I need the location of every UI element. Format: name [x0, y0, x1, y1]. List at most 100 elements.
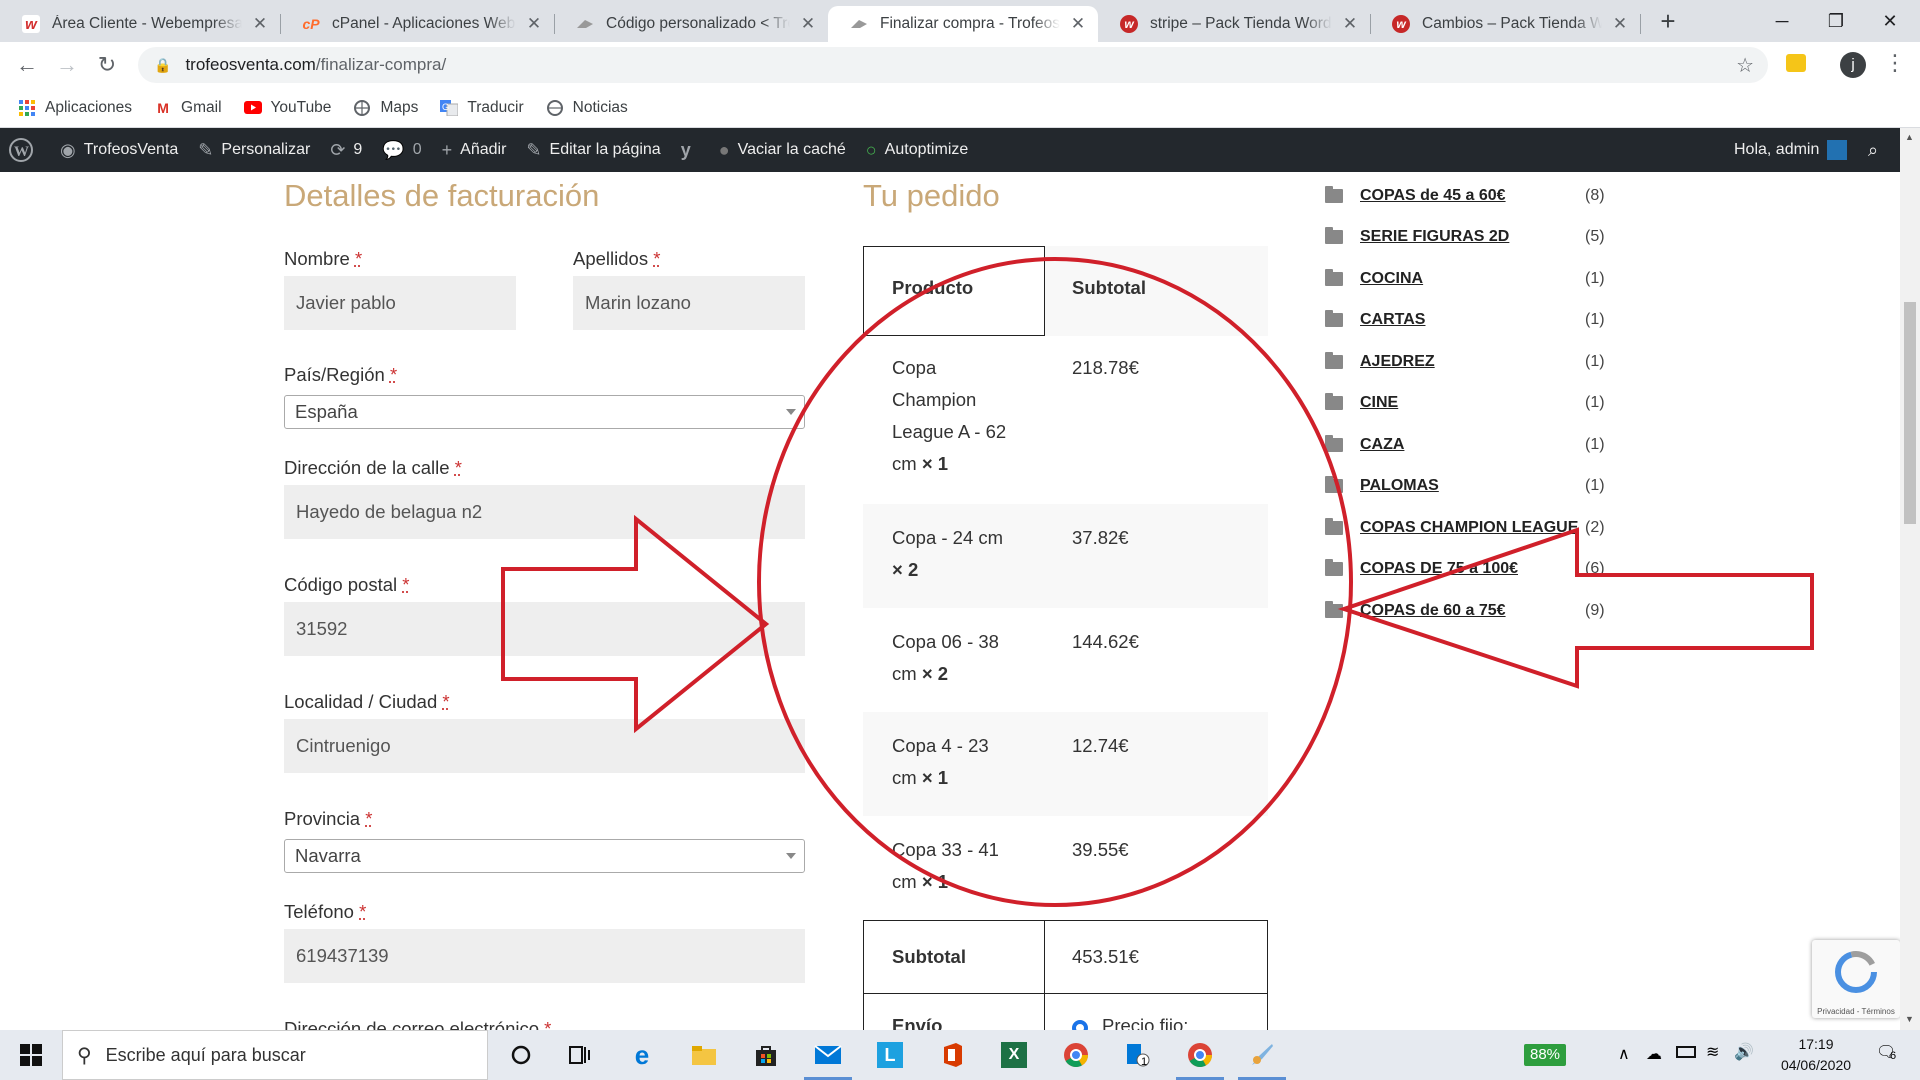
close-icon[interactable]: ✕ [1068, 14, 1088, 34]
tab-title: cPanel - Aplicaciones Webem [332, 15, 516, 32]
devices-icon[interactable]: 1 [1123, 1040, 1153, 1070]
browser-tabstrip: w Área Cliente - Webempresa E ✕ cP cPane… [0, 0, 1920, 42]
notifications-icon[interactable]: 🗨 6 [1876, 1042, 1902, 1066]
cloud-icon[interactable]: ☁ [1646, 1044, 1662, 1064]
clock-date: 04/06/2020 [1780, 1057, 1852, 1073]
task-view-icon[interactable] [565, 1040, 595, 1070]
search-icon: ⚲ [77, 1044, 92, 1067]
adminbar-autoptimize[interactable]: ○ Autoptimize [866, 140, 968, 161]
app-letter-icon: L [877, 1042, 903, 1068]
app-letter-icon: X [1001, 1042, 1027, 1068]
word-lens-icon[interactable]: L [875, 1040, 905, 1070]
bookmark-maps[interactable]: Maps [353, 99, 418, 117]
page-scrollbar[interactable]: ▲ ▼ [1900, 128, 1920, 1030]
minimize-button[interactable]: ─ [1752, 0, 1812, 42]
new-tab-button[interactable]: + [1650, 6, 1686, 36]
close-icon[interactable]: ✕ [798, 14, 818, 34]
news-icon [546, 99, 564, 117]
excel-icon[interactable]: X [999, 1040, 1029, 1070]
tab-codigo-personalizado[interactable]: Código personalizado < Trof ✕ [554, 6, 828, 42]
extension-icon[interactable] [1786, 54, 1806, 72]
profile-avatar[interactable]: j [1840, 52, 1866, 78]
close-icon[interactable]: ✕ [1610, 14, 1630, 34]
adminbar-updates[interactable]: ⟳ 9 [330, 140, 362, 161]
wordpress-icon[interactable]: W [8, 137, 34, 163]
bookmark-noticias[interactable]: Noticias [546, 99, 628, 117]
chevron-up-icon[interactable]: ∧ [1618, 1044, 1630, 1064]
bookmarks-bar: Aplicaciones M Gmail YouTube Maps G Trad… [0, 88, 1920, 128]
battery-icon[interactable] [1676, 1046, 1696, 1058]
adminbar-customize-label: Personalizar [221, 141, 311, 158]
store-icon[interactable] [751, 1040, 781, 1070]
maps-icon [353, 99, 371, 117]
close-icon[interactable]: ✕ [250, 14, 270, 34]
plus-icon: + [441, 139, 453, 160]
notification-count: 6 [1890, 1050, 1897, 1062]
reload-icon[interactable]: ↻ [92, 50, 122, 80]
bookmark-label: YouTube [270, 98, 332, 116]
back-icon[interactable]: ← [12, 50, 42, 80]
windows-start-icon[interactable] [16, 1040, 46, 1070]
tab-cambios[interactable]: w Cambios – Pack Tienda Word ✕ [1370, 6, 1640, 42]
adminbar-edit-label: Editar la página [549, 141, 661, 158]
annotation-arrow-right [501, 514, 770, 734]
bookmark-label: Gmail [181, 98, 222, 116]
adminbar-add[interactable]: + Añadir [442, 140, 507, 161]
paint-icon[interactable] [1247, 1040, 1277, 1070]
bookmark-traducir[interactable]: G Traducir [440, 99, 524, 117]
system-clock[interactable]: 17:19 04/06/2020 [1776, 1034, 1856, 1076]
menu-icon[interactable]: ⋮ [1884, 50, 1906, 76]
updates-icon: ⟳ [330, 139, 346, 160]
maximize-button[interactable]: ❐ [1806, 0, 1866, 42]
lock-icon: 🔒 [154, 56, 172, 73]
windows-taskbar: ⚲ Escribe aquí para buscar e L X 1 88% ∧… [0, 1030, 1920, 1080]
tab-cpanel[interactable]: cP cPanel - Aplicaciones Webem ✕ [280, 6, 554, 42]
bookmark-label: Maps [380, 98, 419, 116]
wifi-icon[interactable]: ≋ [1706, 1042, 1719, 1062]
adminbar-customize[interactable]: ✎ Personalizar [198, 140, 310, 161]
star-icon[interactable]: ☆ [1736, 53, 1754, 78]
file-explorer-icon[interactable] [689, 1040, 719, 1070]
annotation-overlay [501, 257, 1814, 907]
search-icon[interactable]: ⌕ [1868, 140, 1878, 161]
adminbar-autoptimize-label: Autoptimize [884, 141, 969, 158]
close-icon[interactable]: ✕ [1340, 14, 1360, 34]
bookmark-gmail[interactable]: M Gmail [154, 99, 221, 117]
forward-icon[interactable]: → [52, 50, 82, 80]
scrollbar-thumb[interactable] [1904, 302, 1916, 524]
adminbar-account[interactable]: Hola, admin [1734, 140, 1848, 160]
yoast-icon[interactable]: y [681, 140, 699, 161]
chrome-icon[interactable] [1185, 1040, 1215, 1070]
mail-icon[interactable] [813, 1040, 843, 1070]
adminbar-cache[interactable]: ● Vaciar la caché [719, 140, 846, 161]
close-window-button[interactable]: ✕ [1860, 0, 1920, 42]
close-icon[interactable]: ✕ [524, 14, 544, 34]
adminbar-edit-page[interactable]: ✎ Editar la página [526, 140, 660, 161]
tab-stripe[interactable]: w stripe – Pack Tienda WordPre ✕ [1098, 6, 1370, 42]
battery-indicator[interactable]: 88% [1524, 1044, 1567, 1066]
tab-area-cliente[interactable]: w Área Cliente - Webempresa E ✕ [0, 6, 280, 42]
scroll-up-icon[interactable]: ▲ [1905, 132, 1914, 142]
adminbar-comments[interactable]: 💬 0 [382, 140, 421, 161]
adminbar-site-label: TrofeosVenta [83, 141, 179, 158]
edge-icon[interactable]: e [627, 1040, 657, 1070]
tab-title: Cambios – Pack Tienda Word [1422, 15, 1602, 32]
wp-admin-bar: W ◉ TrofeosVenta ✎ Personalizar ⟳ 9 💬 0 + Aña… [0, 128, 1900, 172]
annotation-circle [757, 257, 1353, 907]
office-icon[interactable] [937, 1040, 967, 1070]
address-bar[interactable]: 🔒 trofeosventa.com/finalizar-compra/ ☆ [138, 47, 1768, 83]
comments-count: 0 [412, 141, 422, 158]
svg-text:G: G [442, 102, 449, 112]
tab-finalizar-compra[interactable]: Finalizar compra - TrofeosVe ✕ [828, 6, 1098, 42]
cortana-icon[interactable] [506, 1040, 536, 1070]
adminbar-site[interactable]: ◉ TrofeosVenta [60, 140, 178, 161]
status-circle-icon: ○ [865, 139, 877, 160]
tab-title: stripe – Pack Tienda WordPre [1150, 15, 1332, 32]
chrome-icon[interactable] [1061, 1040, 1091, 1070]
taskbar-search[interactable]: ⚲ Escribe aquí para buscar [62, 1030, 488, 1080]
scroll-down-icon[interactable]: ▼ [1905, 1014, 1914, 1024]
volume-icon[interactable]: 🔊 [1734, 1042, 1754, 1062]
bookmark-youtube[interactable]: YouTube [243, 98, 332, 117]
browser-toolbar: ← → ↻ 🔒 trofeosventa.com/finalizar-compr… [0, 42, 1920, 88]
bookmark-aplicaciones[interactable]: Aplicaciones [18, 99, 132, 117]
